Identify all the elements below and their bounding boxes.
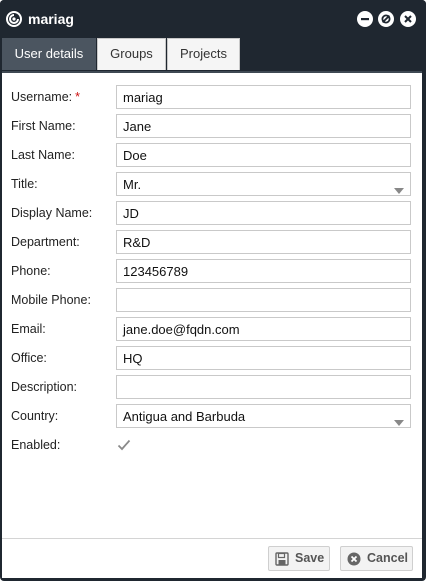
chevron-down-icon	[394, 182, 404, 195]
country-row: Country: Antigua and Barbuda	[2, 404, 422, 429]
cancel-button[interactable]: Cancel	[340, 546, 413, 571]
app-logo-icon	[6, 11, 22, 27]
title-select-value: Mr.	[123, 177, 142, 192]
first-name-row: First Name: Jane	[2, 114, 422, 139]
enabled-row: Enabled:	[2, 433, 422, 458]
enabled-label: Enabled:	[11, 438, 61, 452]
title-row: Title: Mr.	[2, 172, 422, 197]
maximize-icon[interactable]	[378, 11, 394, 27]
required-marker: *	[75, 90, 81, 104]
description-row: Description:	[2, 375, 422, 400]
department-field[interactable]: R&D	[116, 230, 411, 254]
username-field[interactable]: mariag	[116, 85, 411, 109]
window-title: mariag	[28, 11, 74, 27]
floppy-disk-icon	[275, 551, 289, 574]
chevron-down-icon	[394, 414, 404, 427]
last-name-field[interactable]: Doe	[116, 143, 411, 167]
enabled-checkbox[interactable]	[116, 437, 132, 453]
last-name-row: Last Name: Doe	[2, 143, 422, 168]
username-label-text: Username:	[11, 90, 73, 104]
phone-row: Phone: 123456789	[2, 259, 422, 284]
mobile-phone-label: Mobile Phone:	[11, 293, 91, 307]
country-select-value: Antigua and Barbuda	[123, 409, 246, 424]
save-button-label: Save	[295, 551, 325, 565]
tab-user-details[interactable]: User details	[2, 38, 96, 70]
mobile-phone-row: Mobile Phone:	[2, 288, 422, 313]
phone-label: Phone:	[11, 264, 51, 278]
title-select[interactable]: Mr.	[116, 172, 411, 196]
display-name-row: Display Name: JD	[2, 201, 422, 226]
dialog-footer: Save Cancel	[2, 538, 422, 578]
office-label: Office:	[11, 351, 47, 365]
phone-field[interactable]: 123456789	[116, 259, 411, 283]
email-field[interactable]: jane.doe@fqdn.com	[116, 317, 411, 341]
title-label: Title:	[11, 177, 38, 191]
country-select[interactable]: Antigua and Barbuda	[116, 404, 411, 428]
country-label: Country:	[11, 409, 59, 423]
display-name-label: Display Name:	[11, 206, 93, 220]
office-row: Office: HQ	[2, 346, 422, 371]
tab-groups[interactable]: Groups	[97, 38, 166, 70]
titlebar[interactable]: mariag	[0, 0, 426, 38]
mobile-phone-field[interactable]	[116, 288, 411, 312]
email-row: Email: jane.doe@fqdn.com	[2, 317, 422, 342]
tab-projects[interactable]: Projects	[167, 38, 240, 70]
user-details-panel: Username: * mariag First Name: Jane Last …	[2, 71, 422, 538]
tab-strip: User details Groups Projects	[0, 38, 426, 71]
last-name-label: Last Name:	[11, 148, 75, 162]
cancel-button-label: Cancel	[367, 551, 408, 565]
first-name-field[interactable]: Jane	[116, 114, 411, 138]
minimize-icon[interactable]	[357, 11, 373, 27]
office-field[interactable]: HQ	[116, 346, 411, 370]
description-field[interactable]	[116, 375, 411, 399]
email-label: Email:	[11, 322, 46, 336]
username-label: Username: *	[11, 90, 80, 104]
cancel-circle-icon	[347, 551, 361, 574]
display-name-field[interactable]: JD	[116, 201, 411, 225]
user-dialog-window: mariag User details Groups Projects User…	[0, 0, 426, 581]
department-row: Department: R&D	[2, 230, 422, 255]
description-label: Description:	[11, 380, 77, 394]
close-icon[interactable]	[400, 11, 416, 27]
department-label: Department:	[11, 235, 80, 249]
save-button[interactable]: Save	[268, 546, 330, 571]
first-name-label: First Name:	[11, 119, 76, 133]
username-row: Username: * mariag	[2, 85, 422, 110]
